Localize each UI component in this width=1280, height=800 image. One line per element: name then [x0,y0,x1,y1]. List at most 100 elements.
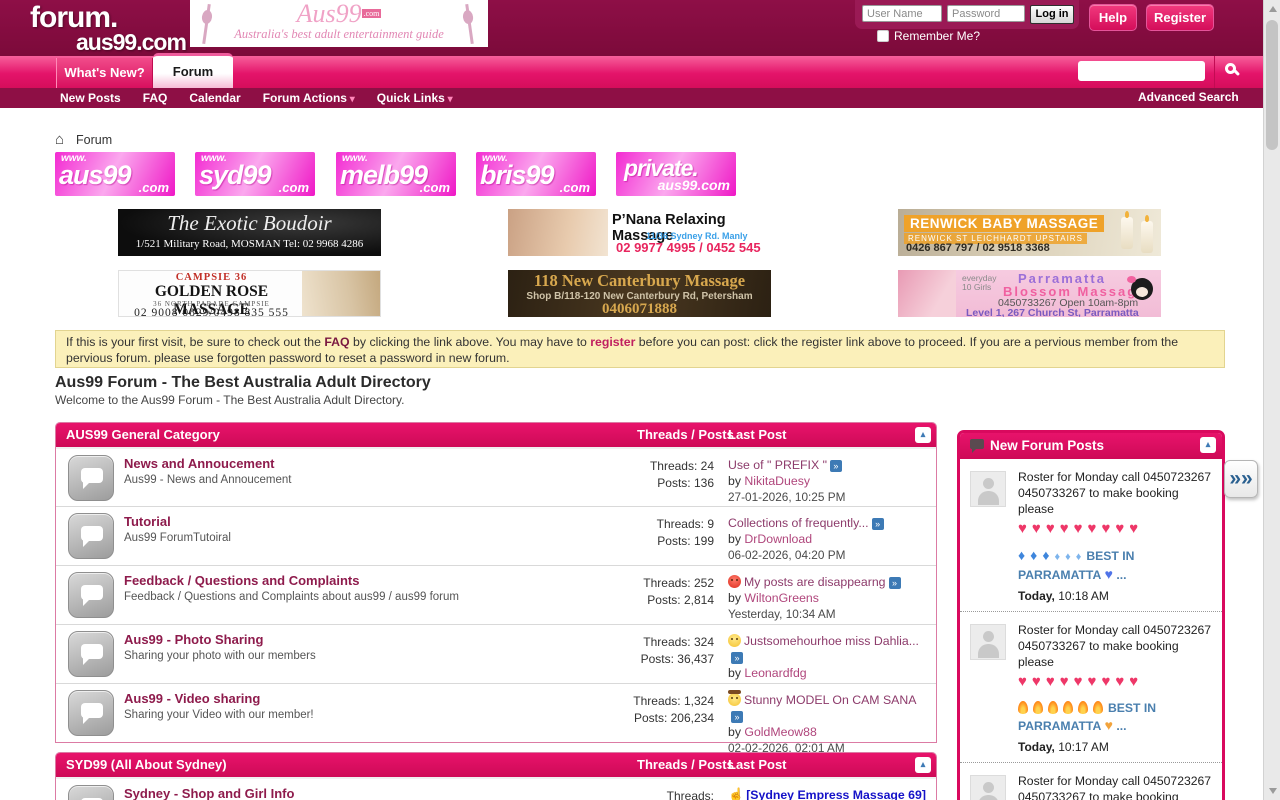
by-label: by [728,591,744,605]
tab-whats-new[interactable]: What's New? [56,58,153,88]
post-text-link[interactable]: ♦♦♦♦♦♦BEST IN PARRAMATTA ♥ ... [1018,547,1214,584]
avatar[interactable] [970,624,1006,660]
collapse-category-button[interactable]: ▴ [915,757,931,773]
collapse-category-button[interactable]: ▴ [915,427,931,443]
forum-title-link[interactable]: Feedback / Questions and Complaints [124,573,360,588]
scroll-up-arrow[interactable] [1269,6,1277,12]
nav-forum-actions-dropdown[interactable]: Forum Actions [263,91,355,105]
thread-post-counts: Threads: 24Posts: 136 [536,458,714,492]
last-post-info: My posts are disappearng» by WiltonGreen… [728,574,928,622]
last-post-user-link[interactable]: Leonardfdg [744,666,806,680]
new-forum-posts-panel: New Forum Posts ▴ Roster for Monday call… [957,430,1225,800]
go-to-last-post-icon[interactable]: » [872,518,884,530]
forum-title-link[interactable]: Aus99 - Photo Sharing [124,632,263,647]
column-header-last-post: Last Post [728,753,787,777]
banner-private-aus99[interactable]: private. aus99.com [616,152,736,196]
last-post-title-link[interactable]: My posts are disappearng [744,575,886,589]
speech-bubble-icon [970,439,984,449]
remember-me-label: Remember Me? [894,29,980,43]
nav-faq[interactable]: FAQ [143,91,168,105]
candle-graphic [1141,221,1153,253]
forum-title-link[interactable]: Aus99 - Video sharing [124,691,260,706]
ad-title: The Exotic Boudoir [118,211,381,236]
site-logo-line2[interactable]: aus99.com [76,29,186,56]
ad-title: RENWICK BABY MASSAGE [904,215,1104,232]
go-to-last-post-icon[interactable]: » [731,711,743,723]
search-icon[interactable] [1225,63,1236,74]
sidebar-title: New Forum Posts [990,438,1104,453]
ad-photo [898,270,956,317]
scroll-down-arrow[interactable] [1269,788,1277,794]
banner-melb99[interactable]: www. melb99 .com [336,152,456,196]
banner-bris99[interactable]: www. bris99 .com [476,152,596,196]
password-input[interactable] [947,5,1025,22]
ad-phone: 0426 867 797 / 02 9518 3368 [906,242,1050,254]
last-post-title-link[interactable]: Use of " PREFIX " [728,458,827,472]
nav-new-posts[interactable]: New Posts [60,91,121,105]
thread-post-counts: Threads: 1,324Posts: 206,234 [536,693,714,727]
avatar[interactable] [970,471,1006,507]
banner-aus99[interactable]: www. aus99 .com [55,152,175,196]
forum-title-link[interactable]: Tutorial [124,514,171,529]
first-visit-notice: If this is your first visit, be sure to … [55,330,1225,368]
breadcrumb[interactable]: Forum [76,133,112,147]
category-aus99-general: AUS99 General Category Threads / Posts L… [55,422,937,743]
forum-title-link[interactable]: Sydney - Shop and Girl Info [124,786,294,800]
banner-syd99[interactable]: www. syd99 .com [195,152,315,196]
scroll-thumb[interactable] [1266,20,1278,150]
forum-title-link[interactable]: News and Annoucement [124,456,274,471]
ad-blossom-massage[interactable]: everyday10 Girls Parramatta Blossom Mass… [898,270,1161,317]
faq-link[interactable]: FAQ [324,335,349,349]
avatar[interactable] [970,775,1006,800]
collapse-sidebar-button[interactable]: ▴ [1200,437,1216,453]
candle-graphic [1121,217,1133,249]
last-post-title-link[interactable]: Stunny MODEL On CAM SANA [744,693,916,707]
ad-address: 1/521 Military Road, MOSMAN Tel: 02 9968… [118,238,381,250]
ad-golden-rose-massage[interactable]: CAMPSIE 36 GOLDEN ROSE MASSAGE 36 NORTH … [118,270,381,317]
ad-canterbury-massage[interactable]: 118 New Canterbury Massage Shop B/118-12… [508,270,771,317]
banner-main: syd99 [199,160,271,191]
remember-me-checkbox[interactable] [877,30,889,42]
advanced-search-link[interactable]: Advanced Search [1138,90,1239,104]
ad-renwick-massage[interactable]: RENWICK BABY MASSAGE RENWICK ST LEICHHAR… [898,209,1161,256]
username-input[interactable] [862,5,942,22]
sidebar-expand-button[interactable]: »» [1224,460,1258,498]
forum-icon [68,513,114,559]
thread-post-counts: Threads: 324Posts: 36,437 [536,634,714,668]
last-post-user-link[interactable]: WiltonGreens [744,591,819,605]
register-button[interactable]: Register [1146,4,1214,31]
category-syd99: SYD99 (All About Sydney) Threads / Posts… [55,752,937,800]
go-to-last-post-icon[interactable]: » [731,652,743,664]
post-text-link[interactable]: Roster for Monday call 0450723267 045073… [1018,469,1214,517]
page-subtitle: Welcome to the Aus99 Forum - The Best Au… [55,393,405,407]
notice-text: by clicking the link above. You may have… [350,335,591,349]
last-post-user-link[interactable]: NikitaDuesy [744,474,810,488]
nav-calendar[interactable]: Calendar [189,91,240,105]
tab-forum[interactable]: Forum [153,53,233,88]
column-header-threads-posts: Threads / Posts [637,423,734,447]
search-input[interactable] [1078,61,1205,81]
post-text-link[interactable]: BEST IN PARRAMATTA ♥ ... [1018,700,1214,735]
ad-exotic-boudoir[interactable]: The Exotic Boudoir 1/521 Military Road, … [118,209,381,256]
help-button[interactable]: Help [1089,4,1137,31]
nav-quick-links-dropdown[interactable]: Quick Links [377,91,453,105]
ad-tagline: CAMPSIE 36 [119,272,304,283]
banner-main: bris99 [480,160,554,191]
last-post-date: Yesterday, 10:34 AM [728,607,836,621]
header-banner-ad[interactable]: Aus99.com Australia's best adult enterta… [190,0,488,47]
post-text-link[interactable]: Roster for Monday call 0450723267 045073… [1018,773,1214,800]
last-post-title-link[interactable]: Justsomehourhoe miss Dahlia... [744,634,919,648]
go-to-last-post-icon[interactable]: » [889,577,901,589]
thread-prefix[interactable]: [Sydney Empress Massage 69] [746,788,926,800]
post-text-link[interactable]: Roster for Monday call 0450723267 045073… [1018,622,1214,670]
last-post-title-link[interactable]: Collections of frequently... [728,516,869,530]
scrollbar[interactable] [1263,0,1280,800]
ad-pnana-massage[interactable]: P’Nana Relaxing Massage 11/36 Sydney Rd.… [508,209,771,256]
register-link[interactable]: register [590,335,635,349]
login-button[interactable]: Log in [1030,5,1074,24]
last-post-user-link[interactable]: GoldMeow88 [744,725,816,739]
last-post-user-link[interactable]: DrDownload [744,532,812,546]
go-to-last-post-icon[interactable]: » [830,460,842,472]
pointing-hand-emoji: ☝ [728,787,744,800]
home-icon[interactable]: ⌂ [55,131,64,148]
